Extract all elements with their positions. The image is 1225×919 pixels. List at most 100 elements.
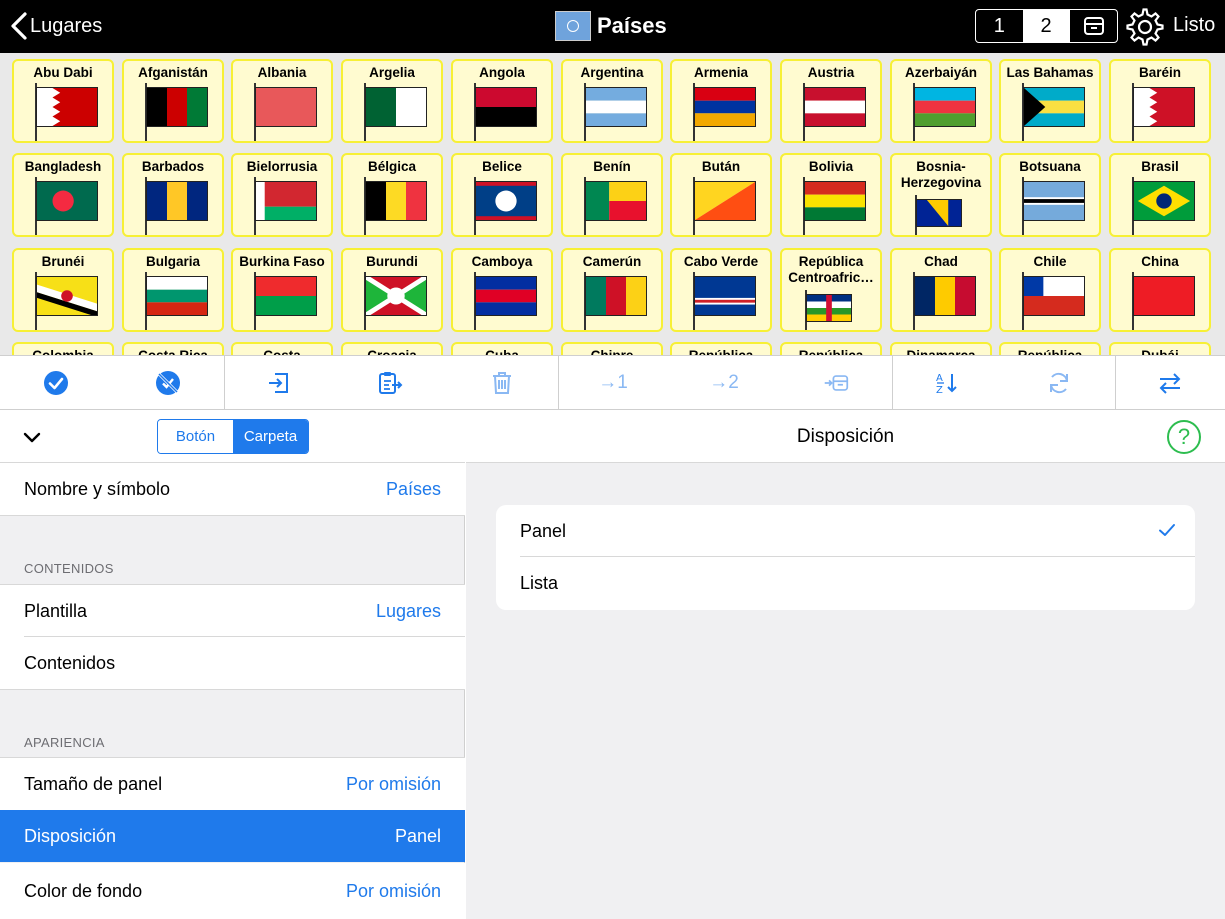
country-name: Botsuana bbox=[1019, 159, 1081, 174]
country-tile[interactable]: Belice bbox=[451, 153, 553, 237]
check-circle-icon bbox=[44, 371, 68, 395]
country-tile[interactable]: Bután bbox=[670, 153, 772, 237]
panel-size-row[interactable]: Tamaño de panel Por omisión bbox=[0, 758, 465, 810]
flag-icon bbox=[1023, 181, 1085, 221]
country-tile[interactable]: Benín bbox=[561, 153, 663, 237]
option-panel[interactable]: Panel bbox=[496, 505, 1195, 557]
flag-icon bbox=[365, 276, 427, 316]
country-tile[interactable]: República bbox=[670, 342, 772, 355]
swap-arrows-icon bbox=[1159, 373, 1181, 394]
name-symbol-value: Países bbox=[385, 478, 441, 499]
country-tile[interactable]: Brunéi bbox=[12, 248, 114, 332]
country-name: Camerún bbox=[582, 254, 642, 269]
country-name: República bbox=[1001, 348, 1099, 355]
refresh-button[interactable] bbox=[1002, 356, 1115, 410]
country-tile[interactable]: Bosnia-Herzegovina bbox=[890, 153, 992, 237]
country-tile[interactable]: Bulgaria bbox=[122, 248, 224, 332]
country-tile[interactable]: Argelia bbox=[341, 59, 443, 143]
country-tile[interactable]: Austria bbox=[780, 59, 882, 143]
page-1-button[interactable]: 1 bbox=[976, 10, 1023, 42]
country-tile[interactable]: Croacia bbox=[341, 342, 443, 355]
country-tile[interactable]: Costa Rica bbox=[122, 342, 224, 355]
country-tile[interactable]: Cuba bbox=[451, 342, 553, 355]
country-tile[interactable]: Dinamarca bbox=[890, 342, 992, 355]
country-tile[interactable]: Azerbaiyán bbox=[890, 59, 992, 143]
move-page-2-button[interactable]: →2 bbox=[668, 356, 780, 410]
gear-icon[interactable] bbox=[1126, 8, 1164, 46]
country-tile[interactable]: Chad bbox=[890, 248, 992, 332]
country-tile[interactable]: Costa bbox=[231, 342, 333, 355]
background-color-label: Color de fondo bbox=[24, 880, 143, 901]
country-tile[interactable]: Angola bbox=[451, 59, 553, 143]
country-name: Benín bbox=[593, 159, 631, 174]
swap-button[interactable] bbox=[1115, 356, 1225, 410]
import-button[interactable] bbox=[224, 356, 334, 410]
country-tile[interactable]: Camerún bbox=[561, 248, 663, 332]
country-tile[interactable]: Bielorrusia bbox=[231, 153, 333, 237]
country-tile[interactable]: Barbados bbox=[122, 153, 224, 237]
country-tile[interactable]: Afganistán bbox=[122, 59, 224, 143]
page-2-button[interactable]: 2 bbox=[1022, 10, 1070, 42]
country-tile[interactable]: Botsuana bbox=[999, 153, 1101, 237]
flag-icon bbox=[36, 276, 98, 316]
country-tile[interactable]: Camboya bbox=[451, 248, 553, 332]
move-to-box-button[interactable] bbox=[780, 356, 892, 410]
country-name: Argelia bbox=[369, 65, 415, 80]
detail-header: Disposición ? bbox=[466, 410, 1225, 463]
move-page-1-button[interactable]: →1 bbox=[558, 356, 668, 410]
country-tile[interactable]: República bbox=[999, 342, 1101, 355]
country-name: Afganistán bbox=[138, 65, 208, 80]
panel-size-label: Tamaño de panel bbox=[24, 773, 163, 794]
chevron-down-icon[interactable] bbox=[22, 428, 42, 448]
option-list[interactable]: Lista bbox=[496, 557, 1195, 609]
country-name: Costa Rica bbox=[124, 348, 222, 355]
box-button[interactable] bbox=[1069, 10, 1117, 42]
country-tile[interactable]: Bolivia bbox=[780, 153, 882, 237]
country-tile[interactable]: Chipre bbox=[561, 342, 663, 355]
flag-icon bbox=[255, 87, 317, 127]
delete-button[interactable] bbox=[446, 356, 558, 410]
done-button[interactable]: Listo bbox=[1173, 14, 1215, 37]
country-tile[interactable]: Baréin bbox=[1109, 59, 1211, 143]
country-tile[interactable]: Abu Dabi bbox=[12, 59, 114, 143]
segment-button[interactable]: Botón bbox=[158, 420, 233, 453]
country-tile[interactable]: Argentina bbox=[561, 59, 663, 143]
template-row[interactable]: Plantilla Lugares bbox=[0, 585, 465, 637]
sort-button[interactable]: AZ bbox=[892, 356, 1002, 410]
country-tile[interactable]: Las Bahamas bbox=[999, 59, 1101, 143]
country-tile[interactable]: Bélgica bbox=[341, 153, 443, 237]
flag-icon bbox=[914, 276, 976, 316]
country-tile[interactable]: República bbox=[780, 342, 882, 355]
country-tile[interactable]: Bangladesh bbox=[12, 153, 114, 237]
panel-size-value: Por omisión bbox=[345, 773, 441, 794]
background-color-row[interactable]: Color de fondo Por omisión bbox=[0, 863, 465, 919]
type-segmented-control: Botón Carpeta bbox=[157, 419, 309, 454]
country-tile[interactable]: Albania bbox=[231, 59, 333, 143]
country-name: Azerbaiyán bbox=[904, 65, 978, 80]
country-tile[interactable]: Cabo Verde bbox=[670, 248, 772, 332]
country-name: Dubái bbox=[1111, 348, 1209, 355]
country-tile[interactable]: Dubái bbox=[1109, 342, 1211, 355]
contents-row[interactable]: Contenidos bbox=[0, 637, 465, 689]
country-tile[interactable]: Burkina Faso bbox=[231, 248, 333, 332]
page-title: Países bbox=[555, 9, 667, 43]
country-tile[interactable]: Burundi bbox=[341, 248, 443, 332]
paste-button[interactable] bbox=[334, 356, 446, 410]
back-button[interactable]: Lugares bbox=[8, 9, 102, 43]
country-tile[interactable]: Chile bbox=[999, 248, 1101, 332]
segment-folder[interactable]: Carpeta bbox=[233, 420, 308, 453]
name-symbol-row[interactable]: Nombre y símbolo Países bbox=[0, 463, 465, 515]
country-name: Colombia bbox=[14, 348, 112, 355]
country-tile[interactable]: Colombia bbox=[12, 342, 114, 355]
help-icon[interactable]: ? bbox=[1167, 420, 1201, 454]
country-name: Barbados bbox=[141, 159, 205, 174]
country-tile[interactable]: China bbox=[1109, 248, 1211, 332]
country-tile[interactable]: República Centroafric… bbox=[780, 248, 882, 332]
country-name: Bulgaria bbox=[145, 254, 200, 269]
select-all-button[interactable] bbox=[0, 356, 112, 410]
country-name: Brunéi bbox=[41, 254, 85, 269]
deselect-button[interactable] bbox=[112, 356, 224, 410]
country-tile[interactable]: Brasil bbox=[1109, 153, 1211, 237]
country-tile[interactable]: Armenia bbox=[670, 59, 772, 143]
layout-row[interactable]: Disposición Panel bbox=[0, 810, 465, 862]
